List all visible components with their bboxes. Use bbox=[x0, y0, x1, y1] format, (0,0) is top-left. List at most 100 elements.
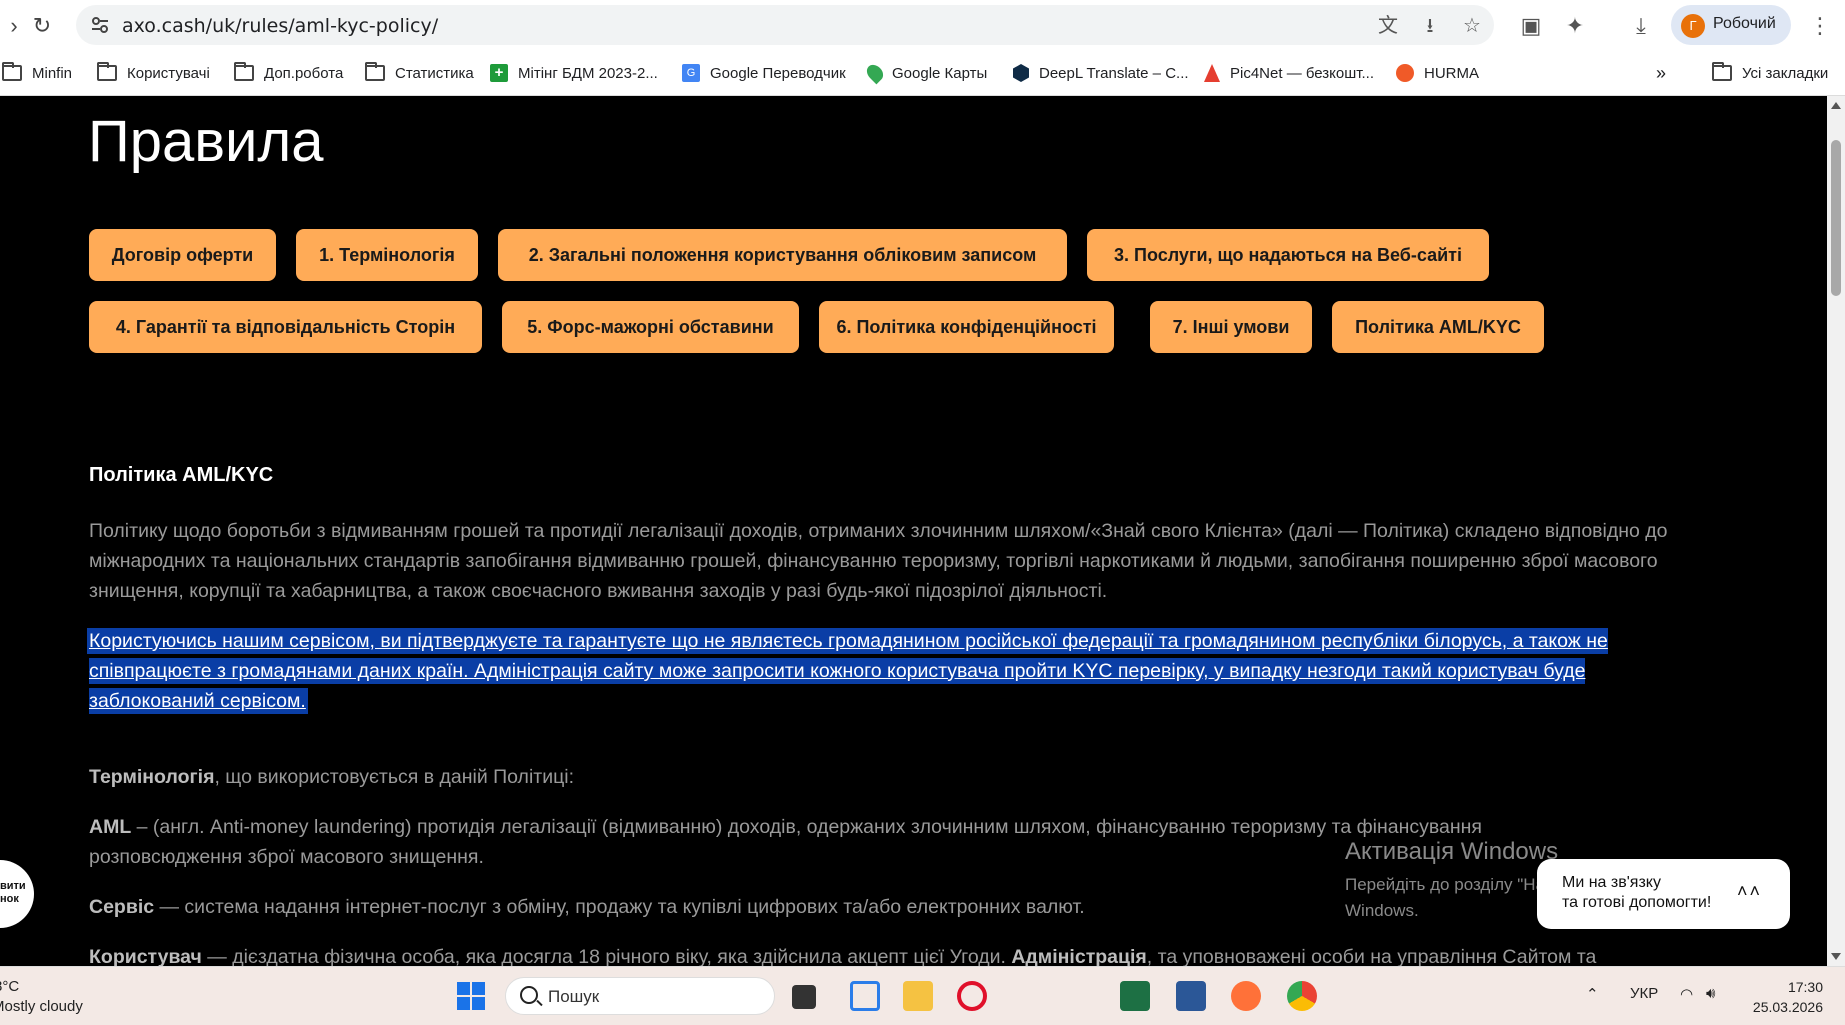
address-bar[interactable]: axo.cash/uk/rules/aml-kyc-policy/ 文 ⭳ ☆ bbox=[76, 5, 1494, 45]
service-text: — система надання інтернет-послуг з обмі… bbox=[154, 896, 1085, 918]
translate-icon[interactable]: 文 bbox=[1376, 14, 1400, 38]
snipping-tool-icon[interactable] bbox=[850, 981, 880, 1011]
highlighted-paragraph[interactable]: Користуючись нашим сервісом, ви підтверд… bbox=[89, 626, 1664, 716]
green-plus-icon: + bbox=[490, 64, 508, 82]
folder-icon bbox=[97, 62, 117, 81]
bookmark-pic4net[interactable]: Pic4Net — безкошт... bbox=[1204, 62, 1374, 84]
user-term: Користувач bbox=[89, 946, 202, 966]
chat-face-icon: ˄˄ bbox=[1737, 881, 1763, 901]
tab-guarantees[interactable]: 4. Гарантії та відповідальність Сторін bbox=[89, 301, 482, 353]
tab-aml-kyc[interactable]: Політика AML/KYC bbox=[1332, 301, 1544, 353]
scroll-up-icon[interactable] bbox=[1831, 102, 1841, 109]
bookmark-dop-robota[interactable]: Доп.робота bbox=[234, 62, 343, 84]
bookmark-deepl[interactable]: DeepL Translate – С... bbox=[1013, 62, 1189, 84]
chat-text: Ми на зв'язку та готові допомогти! bbox=[1562, 873, 1711, 913]
terminology-text: , що використовується в даній Політиці: bbox=[214, 766, 575, 788]
chat-line2: та готові допомогти! bbox=[1562, 894, 1712, 911]
folder-icon bbox=[365, 62, 385, 81]
bookmark-users[interactable]: Користувачі bbox=[97, 62, 210, 84]
taskbar-search[interactable]: Пошук bbox=[505, 977, 775, 1015]
opera-icon[interactable] bbox=[957, 981, 987, 1011]
aml-term: AML bbox=[89, 816, 132, 838]
browser-chrome: › ↻ axo.cash/uk/rules/aml-kyc-policy/ 文 … bbox=[0, 0, 1845, 96]
scroll-down-icon[interactable] bbox=[1831, 953, 1841, 960]
clock-time: 17:30 bbox=[1787, 979, 1823, 995]
download-icon[interactable]: ⤓ bbox=[1627, 12, 1655, 40]
folder-icon bbox=[234, 62, 254, 81]
tab-services[interactable]: 3. Послуги, що надаються на Веб-сайті bbox=[1087, 229, 1489, 281]
windows-start-icon[interactable] bbox=[456, 981, 486, 1011]
bookmark-hurma[interactable]: HURMA bbox=[1396, 62, 1479, 84]
admin-text: , та уповноважені особи на управління Са… bbox=[1146, 946, 1597, 966]
bookmark-google-maps[interactable]: Google Карты bbox=[863, 61, 987, 85]
page-scrollbar[interactable] bbox=[1827, 96, 1845, 966]
clock-date: 25.03.2026 bbox=[1752, 999, 1823, 1015]
pic4net-icon bbox=[1204, 64, 1220, 82]
google-translate-icon: G bbox=[682, 64, 700, 82]
firefox-icon[interactable] bbox=[1231, 981, 1261, 1011]
tab-general-provisions[interactable]: 2. Загальні положення користування облік… bbox=[498, 229, 1067, 281]
tab-offer-agreement[interactable]: Договір оферти bbox=[89, 229, 276, 281]
back-icon[interactable]: › bbox=[0, 12, 28, 40]
chat-line1: Ми на зв'язку bbox=[1562, 874, 1661, 891]
menu-icon[interactable]: ⋮ bbox=[1806, 12, 1834, 40]
bookmark-minfin[interactable]: Minfin bbox=[2, 62, 72, 84]
url-text[interactable]: axo.cash/uk/rules/aml-kyc-policy/ bbox=[122, 15, 438, 37]
chrome-icon[interactable] bbox=[1287, 981, 1317, 1011]
terminology-paragraph: Термінологія, що використовується в дані… bbox=[89, 762, 1669, 792]
profile-button[interactable]: Г Робочий bbox=[1671, 5, 1791, 45]
system-clock[interactable]: 17:30 25.03.2026 bbox=[1745, 977, 1823, 1017]
chat-widget[interactable]: Ми на зв'язку та готові допомогти! ˄˄ bbox=[1537, 859, 1790, 929]
side-widget-line2: нок bbox=[0, 893, 19, 905]
wifi-icon[interactable]: ◠ bbox=[1680, 985, 1693, 1003]
bookmark-meeting[interactable]: + Мітінг БДМ 2023-2... bbox=[490, 62, 658, 84]
tab-privacy-policy[interactable]: 6. Політика конфіденційності bbox=[819, 301, 1114, 353]
weather-widget[interactable]: 8°C Mostly cloudy bbox=[0, 977, 83, 1017]
tab-other-terms[interactable]: 7. Інші умови bbox=[1150, 301, 1312, 353]
tray-chevron-icon[interactable]: ⌃ bbox=[1586, 985, 1599, 1003]
language-indicator[interactable]: УКР bbox=[1630, 985, 1658, 1002]
search-icon bbox=[520, 986, 538, 1004]
volume-icon[interactable]: 🔊︎ bbox=[1706, 985, 1715, 1002]
aml-text: – (англ. Anti-money laundering) протидія… bbox=[89, 816, 1482, 868]
bookmark-google-translate[interactable]: G Google Переводчик bbox=[682, 62, 846, 84]
folder-icon bbox=[1712, 62, 1732, 81]
deepl-icon bbox=[1013, 64, 1029, 82]
user-definition: Користувач — дієздатна фізична особа, як… bbox=[89, 942, 1789, 966]
more-bookmarks-icon[interactable]: » bbox=[1656, 62, 1666, 84]
terminology-term: Термінологія bbox=[89, 766, 215, 788]
google-maps-icon bbox=[863, 61, 887, 85]
intro-paragraph: Політику щодо боротьби з відмиванням гро… bbox=[89, 520, 1668, 602]
site-info-icon[interactable] bbox=[90, 15, 110, 35]
tab-terminology[interactable]: 1. Термінологія bbox=[296, 229, 478, 281]
tab-force-majeure[interactable]: 5. Форс-мажорні обставини bbox=[502, 301, 799, 353]
avatar: Г bbox=[1681, 14, 1705, 38]
extensions-icon[interactable]: ✦ bbox=[1561, 12, 1589, 40]
bookmark-statistics[interactable]: Статистика bbox=[365, 62, 474, 84]
excel-icon[interactable] bbox=[1120, 981, 1150, 1011]
folder-icon bbox=[2, 62, 22, 81]
page-content: Правила Договір оферти 1. Термінологія 2… bbox=[0, 96, 1827, 966]
all-bookmarks[interactable]: Усі закладки bbox=[1712, 62, 1828, 84]
bookmarks-bar: Minfin Користувачі Доп.робота Статистика… bbox=[0, 56, 1845, 88]
page-title: Правила bbox=[88, 109, 324, 174]
side-widget-line1: вити bbox=[0, 880, 26, 892]
bookmark-star-icon[interactable]: ☆ bbox=[1460, 14, 1484, 38]
reload-icon[interactable]: ↻ bbox=[28, 12, 56, 40]
profile-name: Робочий bbox=[1713, 15, 1776, 32]
install-app-icon[interactable]: ⭳ bbox=[1418, 14, 1442, 38]
word-icon[interactable] bbox=[1176, 981, 1206, 1011]
file-explorer-icon[interactable] bbox=[903, 981, 933, 1011]
camera-icon[interactable]: ▣ bbox=[1517, 12, 1545, 40]
search-label: Пошук bbox=[548, 987, 600, 1006]
task-view-icon[interactable] bbox=[792, 985, 816, 1009]
selected-text[interactable]: Користуючись нашим сервісом, ви підтверд… bbox=[89, 630, 1608, 712]
admin-term: Адміністрація bbox=[1011, 946, 1147, 966]
windows-taskbar: 8°C Mostly cloudy Пошук ⌃ УКР ◠ 🔊︎ 17:30… bbox=[0, 966, 1845, 1025]
section-heading: Політика AML/KYC bbox=[89, 464, 274, 486]
scrollbar-thumb[interactable] bbox=[1831, 140, 1841, 296]
service-term: Сервіс bbox=[89, 896, 155, 918]
user-text: — дієздатна фізична особа, яка досягла 1… bbox=[201, 946, 1012, 966]
weather-desc: Mostly cloudy bbox=[0, 998, 83, 1015]
hurma-icon bbox=[1396, 64, 1414, 82]
